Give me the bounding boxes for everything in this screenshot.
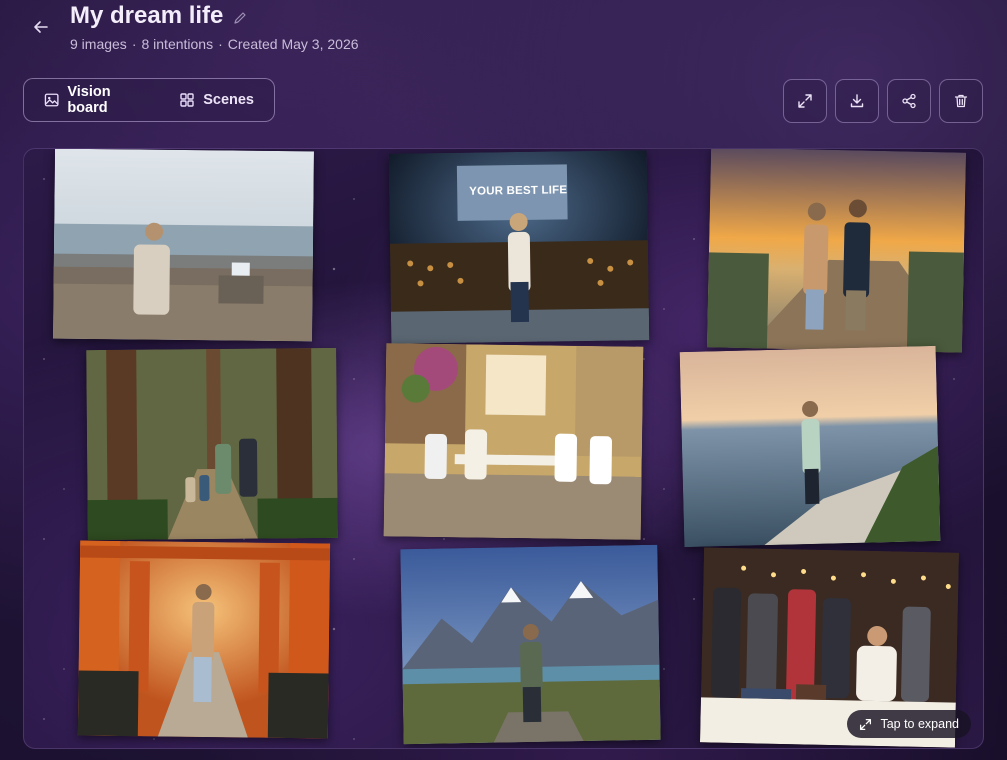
- screen-banner: YOUR BEST LIFE: [469, 184, 568, 198]
- trash-icon: [954, 94, 968, 108]
- photo-stage-speaker[interactable]: YOUR BEST LIFE: [388, 150, 650, 344]
- title-row: My dream life: [70, 2, 249, 30]
- board-toolbar: [783, 79, 983, 123]
- vision-board-canvas[interactable]: YOUR BEST LIFE Tap to expand: [23, 148, 984, 749]
- fullscreen-button[interactable]: [783, 79, 827, 123]
- tab-scenes[interactable]: Scenes: [169, 86, 264, 114]
- page-title: My dream life: [70, 2, 224, 29]
- expand-icon: [798, 94, 812, 108]
- delete-button[interactable]: [939, 79, 983, 123]
- torii-gates-image: [77, 540, 331, 739]
- intention-count: 8 intentions: [141, 36, 214, 52]
- expand-label: Tap to expand: [880, 717, 959, 731]
- tab-vision-board[interactable]: Vision board: [34, 78, 161, 122]
- photo-boardwalk-couple[interactable]: [706, 149, 967, 353]
- photo-mountain-peaks[interactable]: [400, 544, 661, 745]
- seaside-deck-image: [53, 149, 314, 342]
- tab-label: Scenes: [203, 92, 254, 108]
- download-button[interactable]: [835, 79, 879, 123]
- photo-seaside-deck[interactable]: [53, 149, 314, 342]
- tap-to-expand-button[interactable]: Tap to expand: [847, 710, 971, 738]
- photo-torii-gates[interactable]: [77, 540, 331, 739]
- separator: ·: [131, 36, 137, 52]
- image-count: 9 images: [70, 36, 127, 52]
- photo-sea-cliff[interactable]: [679, 345, 941, 548]
- stage-speaker-image: [388, 150, 650, 344]
- boardwalk-couple-image: [706, 149, 967, 353]
- image-icon: [44, 93, 59, 107]
- back-button[interactable]: [28, 14, 54, 40]
- forest-family-image: [86, 347, 338, 541]
- download-icon: [850, 94, 864, 108]
- created-date: Created May 3, 2026: [227, 36, 359, 52]
- courtyard-dinner-image: [383, 343, 644, 540]
- photo-courtyard-dinner[interactable]: [383, 343, 644, 540]
- photo-forest-family[interactable]: [86, 347, 338, 541]
- arrow-left-icon: [34, 21, 48, 33]
- expand-icon: [860, 718, 872, 730]
- separator: ·: [218, 36, 223, 52]
- mountain-peaks-image: [400, 544, 661, 745]
- sea-cliff-image: [679, 345, 941, 548]
- grid-icon: [180, 93, 194, 107]
- view-tabs: Vision board Scenes: [23, 78, 275, 122]
- share-icon: [902, 93, 916, 109]
- pencil-icon: [234, 12, 246, 24]
- tab-label: Vision board: [67, 84, 111, 116]
- share-button[interactable]: [887, 79, 931, 123]
- board-meta: 9 images · 8 intentions · Created May 3,…: [70, 36, 359, 52]
- edit-title-button[interactable]: [233, 10, 249, 26]
